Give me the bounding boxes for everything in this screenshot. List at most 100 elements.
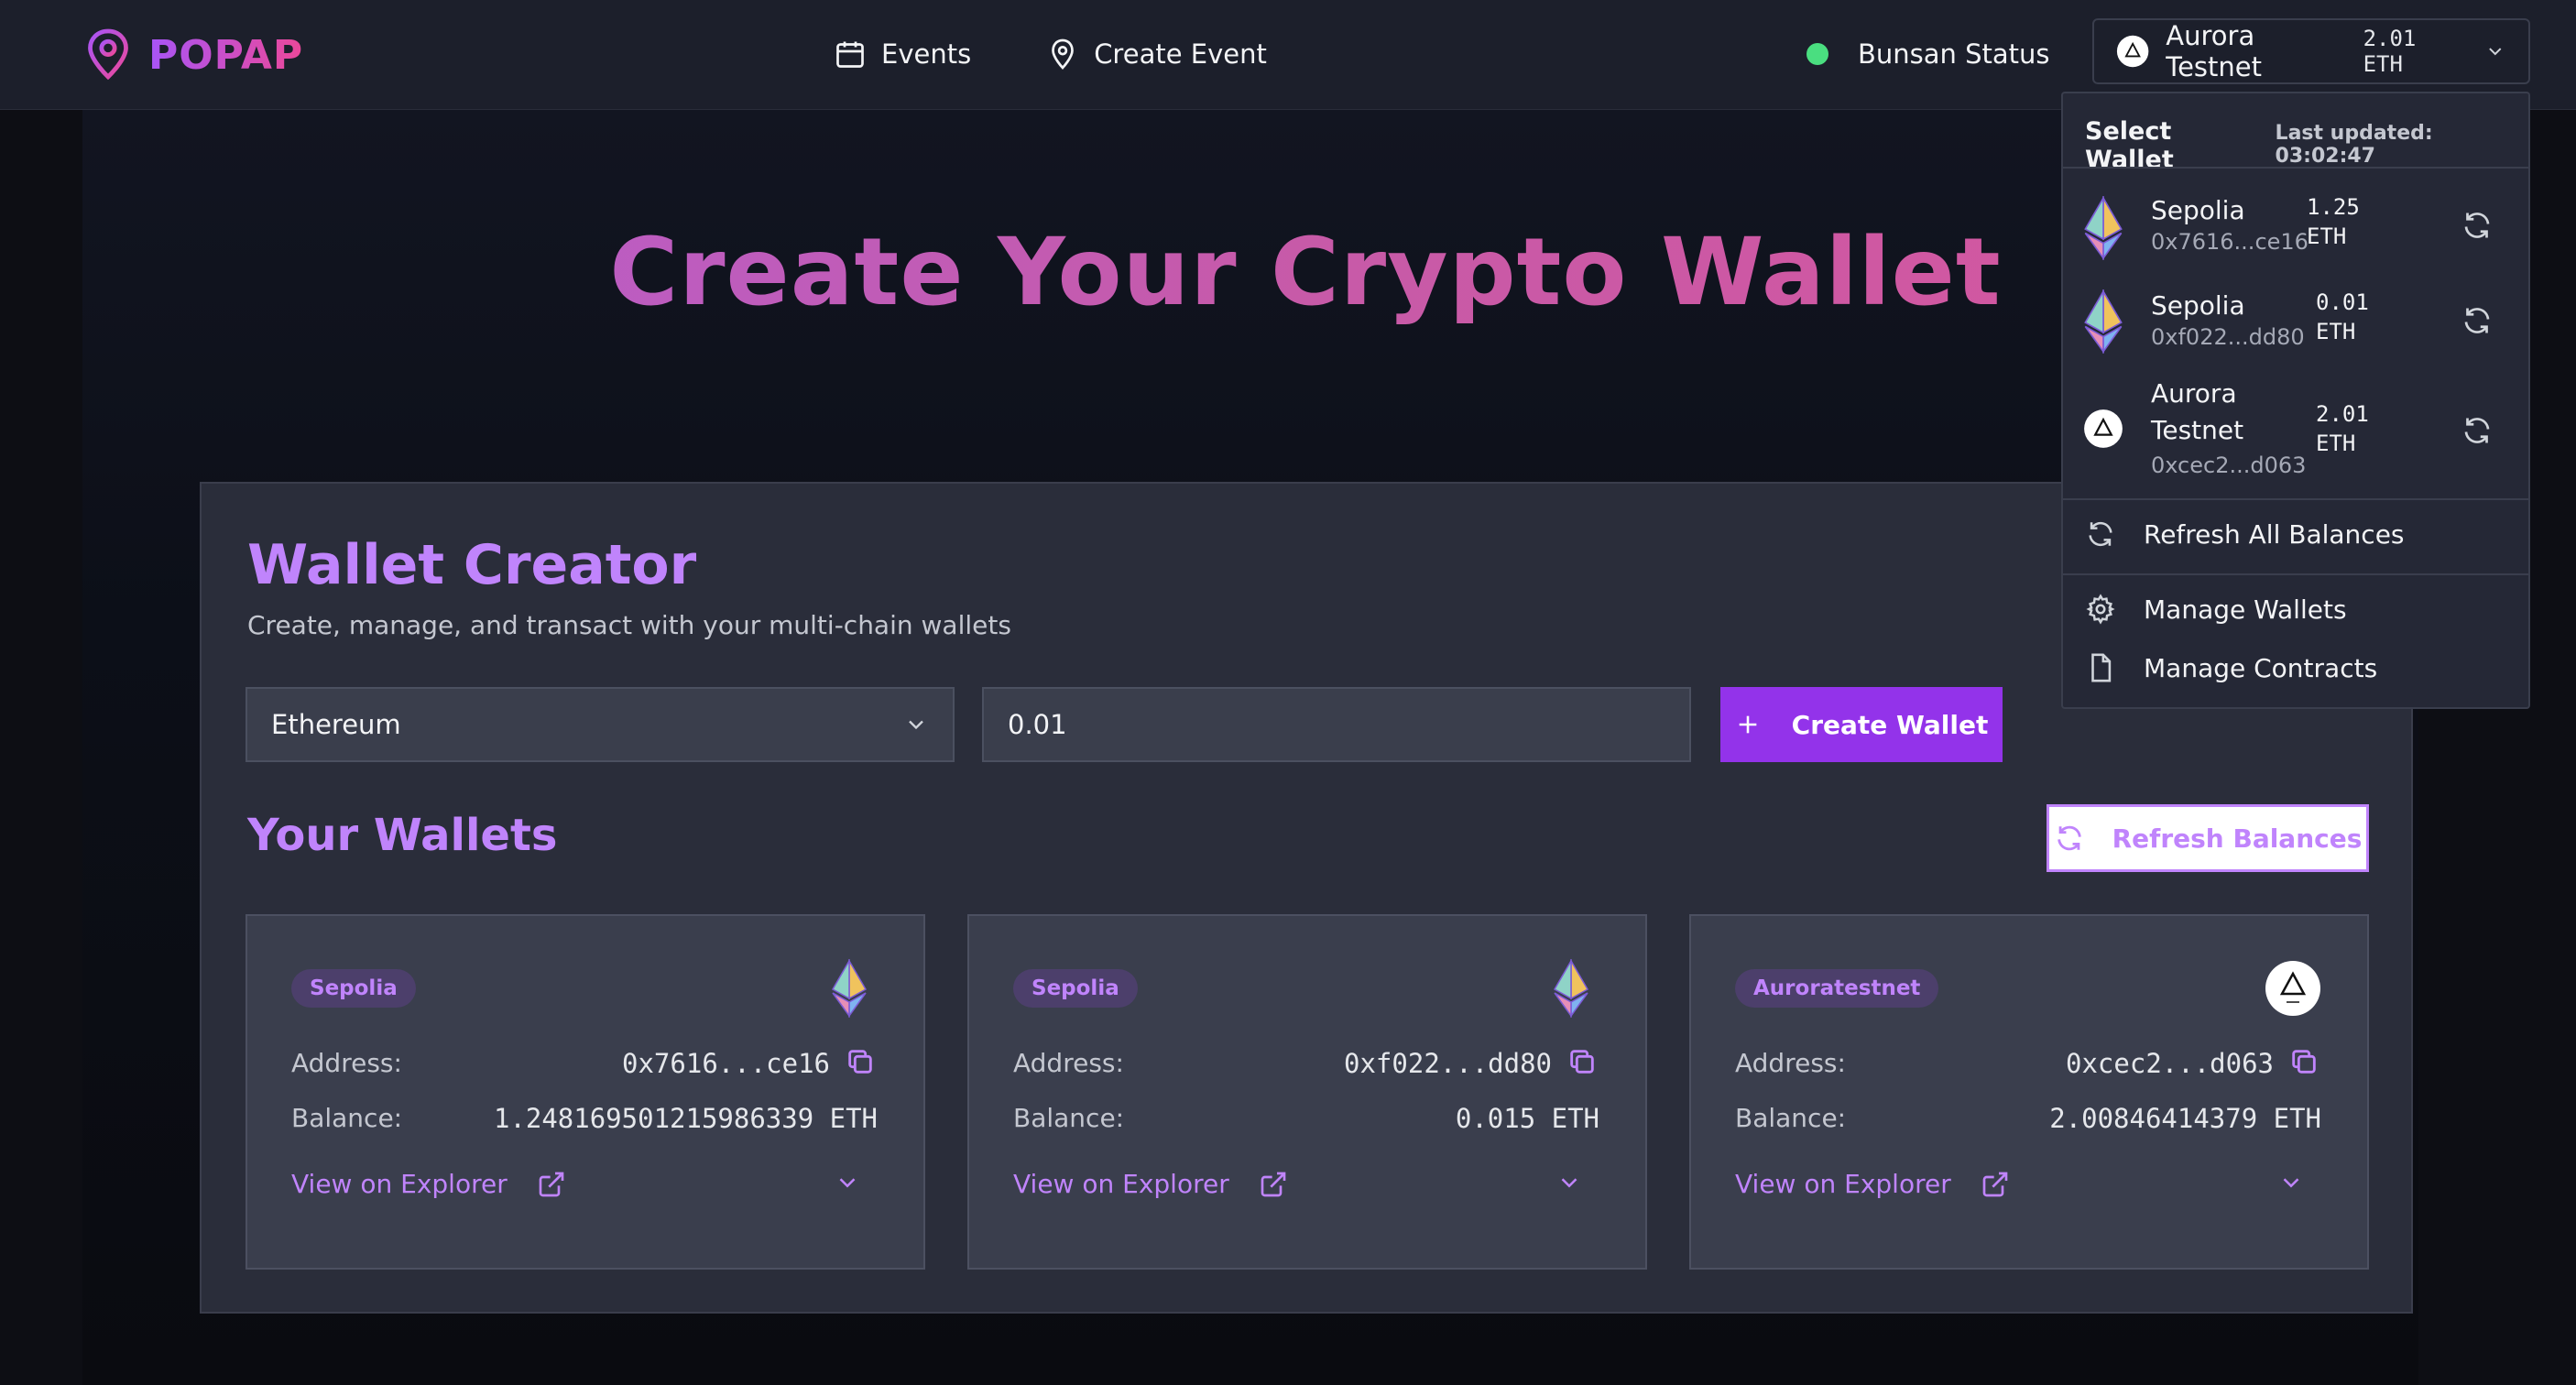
- dropdown-wallet-address: 0x7616...ce16: [2151, 229, 2309, 255]
- nav-events[interactable]: Events: [834, 27, 971, 81]
- manage-contracts-item[interactable]: Manage Contracts: [2085, 652, 2377, 683]
- network-badge: Auroratestnet: [1735, 969, 1939, 1008]
- panel-subtitle: Create, manage, and transact with your m…: [247, 610, 1011, 640]
- map-pin-icon: [1052, 38, 1075, 70]
- dropdown-wallet-item[interactable]: Sepolia 0x7616...ce16 1.25 ETH: [2063, 185, 2528, 275]
- address-label: Address:: [291, 1048, 402, 1078]
- last-updated: Last updated: 03:02:47: [2275, 122, 2433, 168]
- dropdown-wallet-name: Aurora: [2151, 378, 2237, 409]
- dropdown-wallet-name: Sepolia: [2151, 195, 2245, 225]
- refresh-balances-label: Refresh Balances: [2112, 823, 2363, 854]
- amount-input[interactable]: 0.01: [982, 687, 1691, 762]
- copy-icon[interactable]: [845, 1046, 876, 1081]
- create-wallet-button[interactable]: Create Wallet: [1720, 687, 2003, 762]
- address-label: Address:: [1013, 1048, 1124, 1078]
- dropdown-wallet-unit: ETH: [2307, 224, 2347, 249]
- network-balance: 2.01 ETH: [2363, 26, 2417, 77]
- balance-label: Balance:: [1013, 1103, 1125, 1133]
- ethereum-icon: [2084, 196, 2123, 260]
- network-name: Aurora Testnet: [2166, 20, 2262, 82]
- chevron-down-icon: [2489, 48, 2502, 56]
- address-label: Address:: [1735, 1048, 1846, 1078]
- explorer-label: View on Explorer: [291, 1169, 508, 1199]
- create-wallet-label: Create Wallet: [1791, 709, 1989, 740]
- network-badge: Sepolia: [1013, 969, 1138, 1008]
- nav-create-event[interactable]: Create Event: [1046, 27, 1267, 81]
- dropdown-wallet-unit: ETH: [2316, 319, 2356, 344]
- view-on-explorer-link[interactable]: View on Explorer: [1013, 1169, 1288, 1199]
- wallet-card: Auroratestnet Address: 0xcec2...d063 Bal…: [1689, 914, 2369, 1270]
- map-pin-icon: [88, 28, 128, 81]
- external-link-icon: [1982, 1172, 2008, 1196]
- divider: [2063, 573, 2528, 575]
- panel-title: Wallet Creator: [247, 533, 697, 597]
- wallet-select-dropdown: Select Wallet Last updated: 03:02:47 Sep…: [2061, 92, 2530, 709]
- main-nav: Events Create Event: [834, 27, 1267, 81]
- chevron-down-icon: [909, 720, 923, 730]
- explorer-label: View on Explorer: [1735, 1169, 1951, 1199]
- wallet-card: Sepolia Address: 0xf022...dd80 Balance: …: [967, 914, 1647, 1270]
- your-wallets-title: Your Wallets: [247, 810, 558, 861]
- wallet-balance: 1.248169501215986339 ETH: [493, 1103, 878, 1134]
- bunsan-status[interactable]: Bunsan Status: [1806, 27, 2050, 81]
- external-link-icon: [539, 1172, 564, 1196]
- refresh-icon: [2089, 521, 2112, 547]
- document-icon: [2091, 653, 2112, 682]
- dropdown-wallet-item[interactable]: Sepolia 0xf022...dd80 0.01 ETH: [2063, 280, 2528, 370]
- dropdown-header: Select Wallet Last updated: 03:02:47: [2085, 117, 2528, 174]
- manage-wallets-label: Manage Wallets: [2144, 594, 2347, 625]
- dropdown-wallet-address: 0xcec2...d063: [2151, 453, 2307, 478]
- nav-create-event-label: Create Event: [1094, 38, 1267, 70]
- aurora-icon: [2084, 409, 2123, 448]
- manage-contracts-label: Manage Contracts: [2144, 652, 2378, 683]
- status-label: Bunsan Status: [1858, 38, 2050, 70]
- expand-chevron-icon[interactable]: [834, 1169, 861, 1200]
- dropdown-wallet-name: Sepolia: [2151, 290, 2245, 321]
- copy-icon[interactable]: [1566, 1046, 1598, 1081]
- view-on-explorer-link[interactable]: View on Explorer: [291, 1169, 566, 1199]
- network-selector-button[interactable]: Aurora Testnet 2.01 ETH: [2092, 18, 2530, 84]
- wallet-address: 0x7616...ce16: [622, 1048, 830, 1079]
- explorer-label: View on Explorer: [1013, 1169, 1229, 1199]
- wallet-address: 0xf022...dd80: [1344, 1048, 1552, 1079]
- refresh-icon: [2057, 825, 2081, 851]
- gear-icon: [2086, 594, 2115, 625]
- plus-icon: [1739, 715, 1756, 734]
- divider: [2063, 498, 2528, 500]
- dropdown-wallet-unit: ETH: [2316, 431, 2356, 456]
- wallet-balance: 0.015 ETH: [1455, 1103, 1599, 1134]
- dropdown-wallet-address: 0xf022...dd80: [2151, 324, 2305, 350]
- refresh-icon[interactable]: [2461, 414, 2494, 447]
- refresh-icon[interactable]: [2461, 304, 2494, 337]
- calendar-icon: [836, 41, 864, 68]
- dropdown-wallet-amount: 2.01: [2316, 401, 2369, 427]
- balance-label: Balance:: [1735, 1103, 1847, 1133]
- nav-events-label: Events: [881, 38, 972, 70]
- dropdown-wallet-name-line2: Testnet: [2151, 415, 2244, 445]
- dropdown-wallet-amount: 0.01: [2316, 289, 2369, 315]
- balance-label: Balance:: [291, 1103, 403, 1133]
- ethereum-icon: [821, 959, 878, 1018]
- refresh-balances-button[interactable]: Refresh Balances: [2047, 804, 2369, 872]
- divider: [2063, 167, 2528, 169]
- status-indicator: [1806, 43, 1828, 65]
- wallet-card: Sepolia Address: 0x7616...ce16 Balance: …: [246, 914, 925, 1270]
- external-link-icon: [1261, 1172, 1286, 1196]
- chain-select[interactable]: Ethereum: [246, 687, 955, 762]
- expand-chevron-icon[interactable]: [1555, 1169, 1583, 1200]
- logo-text: POPAP: [148, 31, 304, 79]
- copy-icon[interactable]: [2288, 1046, 2319, 1081]
- dropdown-wallet-item[interactable]: Aurora Testnet 0xcec2...d063 2.01 ETH: [2063, 376, 2528, 485]
- manage-wallets-item[interactable]: Manage Wallets: [2085, 594, 2347, 625]
- logo[interactable]: POPAP: [84, 20, 303, 90]
- refresh-all-balances-item[interactable]: Refresh All Balances: [2085, 518, 2405, 550]
- ethereum-icon: [1543, 959, 1599, 1018]
- wallet-balance: 2.00846414379 ETH: [2049, 1103, 2321, 1134]
- chain-select-value: Ethereum: [271, 709, 401, 740]
- refresh-icon[interactable]: [2461, 209, 2494, 242]
- aurora-icon: [2116, 35, 2149, 68]
- dropdown-title: Select Wallet: [2085, 117, 2174, 174]
- view-on-explorer-link[interactable]: View on Explorer: [1735, 1169, 2010, 1199]
- refresh-all-label: Refresh All Balances: [2144, 518, 2405, 550]
- expand-chevron-icon[interactable]: [2277, 1169, 2305, 1200]
